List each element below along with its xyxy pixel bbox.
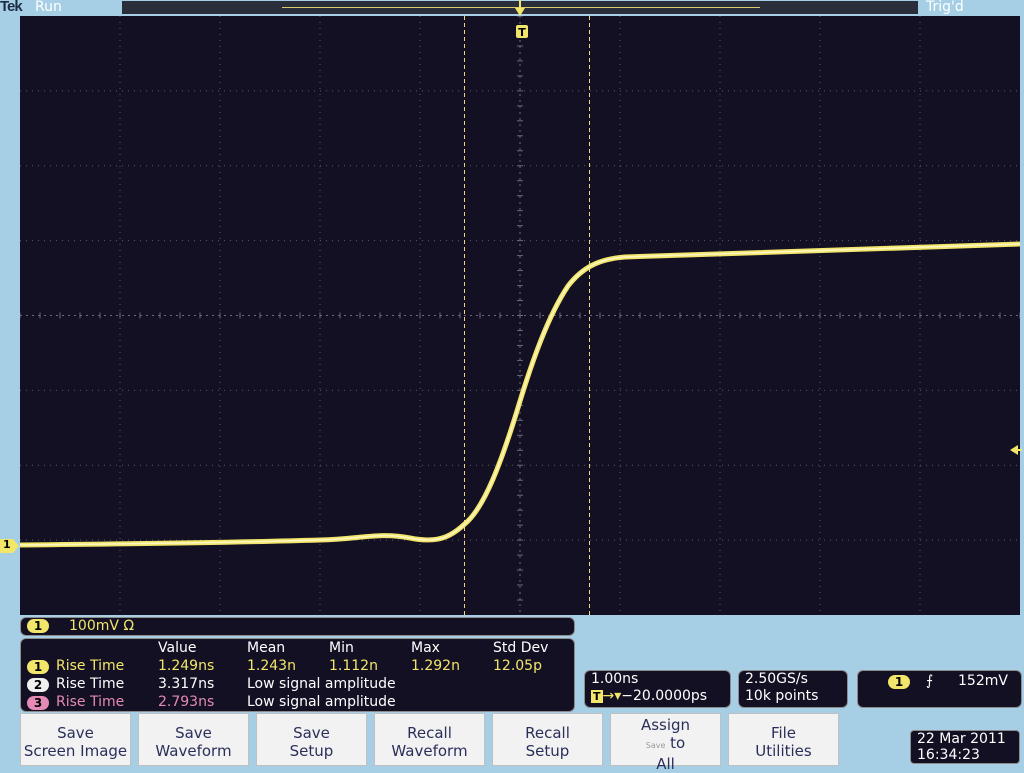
meas-value: 3.317ns xyxy=(158,676,215,692)
meas-header-value: Value xyxy=(158,640,197,656)
ch1-ground-marker[interactable]: 1 xyxy=(0,538,20,554)
datetime-readout[interactable]: 22 Mar 2011 16:34:23 xyxy=(910,730,1020,764)
softkey-label: Setup xyxy=(289,742,334,760)
ch1-badge: 1 xyxy=(27,619,49,633)
measurement-row: 2 Rise Time 3.317ns Low signal amplitude xyxy=(21,676,574,694)
meas-name: Rise Time xyxy=(56,694,125,710)
trigger-t-label: T xyxy=(518,26,526,39)
date: 22 Mar 2011 xyxy=(917,731,1006,747)
meas-ch3-badge: 3 xyxy=(27,696,49,710)
meas-value: 2.793ns xyxy=(158,694,215,710)
trigger-readout[interactable]: 1 ⨍ 152mV xyxy=(857,670,1022,708)
ch1-waveform-outer xyxy=(20,241,1020,548)
graticule: T xyxy=(20,16,1020,615)
meas-ch1-badge: 1 xyxy=(27,660,49,674)
horizontal-readout[interactable]: 1.00ns T →▾−20.0000ps xyxy=(584,670,731,708)
softkey-label: All xyxy=(656,755,675,773)
meas-value: 1.249ns xyxy=(158,658,215,674)
trigger-tag-icon: T xyxy=(591,690,603,703)
meas-name: Rise Time xyxy=(56,658,125,674)
trigger-state: Trig'd xyxy=(926,0,964,15)
recall-setup-button[interactable]: Recall Setup xyxy=(492,713,603,766)
softkey-label: Screen Image xyxy=(23,742,128,760)
softkey-sublabel: Save xyxy=(645,741,666,750)
softkey-label: to xyxy=(670,734,686,752)
meas-status: Low signal amplitude xyxy=(247,694,396,710)
trigger-level-marker[interactable] xyxy=(1010,441,1022,460)
meas-ch2-badge: 2 xyxy=(27,678,49,692)
softkey-label: Waveform xyxy=(155,742,232,760)
meas-header-max: Max xyxy=(411,640,440,656)
trigger-level-arrow-icon xyxy=(1010,445,1022,455)
softkey-label: Save xyxy=(57,724,94,742)
record-length: 10k points xyxy=(745,688,819,704)
softkey-label: Setup xyxy=(525,742,570,760)
time: 16:34:23 xyxy=(917,747,980,763)
channel-1-readout[interactable]: 1 100mV Ω xyxy=(20,617,575,636)
meas-status: Low signal amplitude xyxy=(247,676,396,692)
recall-waveform-button[interactable]: Recall Waveform xyxy=(374,713,485,766)
softkey-label: Waveform xyxy=(391,742,468,760)
delay-arrow-icon: →▾ xyxy=(602,688,622,704)
softkey-label: Utilities xyxy=(755,742,812,760)
rising-edge-icon: ⨍ xyxy=(926,673,934,689)
softkey-label: File xyxy=(770,724,797,742)
save-screen-image-button[interactable]: Save Screen Image xyxy=(20,713,131,766)
file-utilities-button[interactable]: File Utilities xyxy=(728,713,839,766)
softkey-label: Assign xyxy=(640,716,691,734)
meas-mean: 1.243n xyxy=(247,658,296,674)
softkey-label: Save xyxy=(175,724,212,742)
measurement-panel: Value Mean Min Max Std Dev 1 Rise Time 1… xyxy=(20,638,575,712)
meas-header-mean: Mean xyxy=(247,640,286,656)
trigger-source-badge: 1 xyxy=(888,675,910,689)
trigger-level: 152mV xyxy=(958,673,1008,689)
top-status-bar: Tek Run Trig'd xyxy=(0,0,1024,16)
measurement-row: 3 Rise Time 2.793ns Low signal amplitude xyxy=(21,694,574,712)
waveform-display[interactable]: T xyxy=(20,16,1020,615)
softkey-label: Recall xyxy=(525,724,570,742)
horizontal-position-value: −20.0000ps xyxy=(621,688,708,704)
ch1-marker-label: 1 xyxy=(3,538,11,551)
meas-header-min: Min xyxy=(329,640,354,656)
softkey-label: Recall xyxy=(407,724,452,742)
assign-save-to-button[interactable]: Assign Save to All xyxy=(610,713,721,773)
graticule-grid xyxy=(20,16,1020,615)
ch1-scale: 100mV Ω xyxy=(69,618,135,634)
meas-header-std: Std Dev xyxy=(493,640,549,656)
horizontal-position: T →▾−20.0000ps xyxy=(585,688,730,705)
meas-max: 1.292n xyxy=(411,658,460,674)
save-setup-button[interactable]: Save Setup xyxy=(256,713,367,766)
brand-logo: Tek xyxy=(0,0,23,15)
meas-min: 1.112n xyxy=(329,658,378,674)
measurement-row: 1 Rise Time 1.249ns 1.243n 1.112n 1.292n… xyxy=(21,658,574,676)
meas-name: Rise Time xyxy=(56,676,125,692)
acquisition-run-state: Run xyxy=(35,0,62,15)
acquisition-readout[interactable]: 2.50GS/s 10k points xyxy=(738,670,848,708)
meas-std: 12.05p xyxy=(493,658,542,674)
softkey-label: Save xyxy=(293,724,330,742)
sample-rate: 2.50GS/s xyxy=(745,671,808,687)
horizontal-scale: 1.00ns xyxy=(591,671,639,687)
save-waveform-button[interactable]: Save Waveform xyxy=(138,713,249,766)
